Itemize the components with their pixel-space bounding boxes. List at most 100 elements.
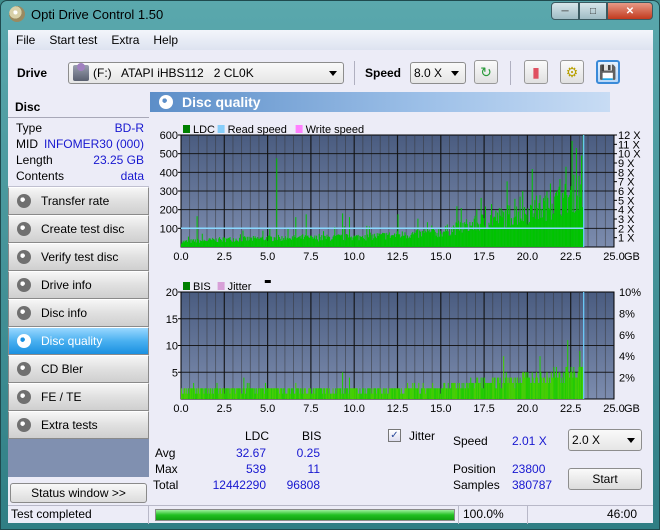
ldc-bar bbox=[331, 239, 333, 247]
ldc-bar bbox=[382, 232, 384, 247]
bis-bar bbox=[395, 388, 397, 399]
bis-bar bbox=[387, 393, 389, 399]
test-speed-select[interactable]: 2.0 X bbox=[568, 429, 642, 451]
legend-swatch bbox=[295, 125, 303, 133]
ldc-bar bbox=[306, 236, 308, 247]
bis-bar bbox=[463, 382, 465, 399]
minimize-button[interactable]: ─ bbox=[551, 2, 579, 20]
ldc-bar bbox=[400, 237, 402, 247]
ldc-bar bbox=[193, 239, 195, 247]
menu-file[interactable]: File bbox=[10, 33, 41, 47]
bis-bar bbox=[387, 393, 389, 399]
x-tick-label: 22.5 bbox=[560, 251, 581, 263]
save-button[interactable]: 💾 bbox=[596, 60, 620, 84]
bis-bar bbox=[338, 388, 340, 399]
legend-swatch bbox=[183, 282, 190, 290]
bis-bar bbox=[197, 388, 199, 399]
nav-verify-test-disc[interactable]: Verify test disc bbox=[8, 243, 149, 271]
ldc-bar bbox=[419, 230, 421, 247]
bis-bar bbox=[438, 388, 440, 399]
bis-bar bbox=[196, 393, 198, 399]
bis-bar bbox=[452, 382, 454, 399]
bis-bar bbox=[449, 388, 451, 399]
bis-bar bbox=[571, 372, 573, 399]
menu-start-test[interactable]: Start test bbox=[43, 33, 103, 47]
bis-bar bbox=[581, 366, 583, 399]
ldc-bar bbox=[318, 233, 320, 247]
chevron-down-icon bbox=[451, 71, 459, 76]
ldc-bar bbox=[211, 240, 213, 247]
ldc-bar bbox=[326, 234, 328, 247]
ldc-bar bbox=[316, 239, 318, 247]
bis-bar bbox=[446, 388, 448, 399]
ldc-bar bbox=[528, 223, 530, 247]
x-tick-label: 22.5 bbox=[560, 403, 581, 415]
ldc-bar bbox=[355, 235, 357, 247]
speed-select[interactable]: 8.0 X bbox=[410, 62, 466, 84]
bis-bar bbox=[382, 388, 384, 399]
bis-bar bbox=[562, 382, 564, 399]
maximize-button[interactable]: □ bbox=[579, 2, 607, 20]
menu-extra[interactable]: Extra bbox=[105, 33, 145, 47]
ldc-bar bbox=[384, 233, 386, 247]
menu-help[interactable]: Help bbox=[147, 33, 184, 47]
ldc-bar bbox=[352, 237, 354, 247]
settings-button[interactable]: ⚙ bbox=[560, 60, 584, 84]
bis-bar bbox=[254, 393, 256, 399]
bis-bar bbox=[342, 372, 344, 399]
bis-bar bbox=[193, 388, 195, 399]
bis-bar bbox=[540, 372, 542, 399]
drive-select[interactable]: (F:) ATAPI iHBS112 2 CL0K bbox=[68, 62, 344, 84]
bis-bar bbox=[427, 388, 429, 399]
nav-fe-te[interactable]: FE / TE bbox=[8, 383, 149, 411]
ldc-bar bbox=[492, 217, 494, 247]
bis-bar bbox=[277, 388, 279, 399]
close-button[interactable]: ✕ bbox=[607, 2, 653, 20]
ldc-bar bbox=[572, 211, 574, 247]
bis-bar bbox=[491, 382, 493, 399]
y-tick-label: 20 bbox=[166, 287, 178, 299]
ldc-bar bbox=[475, 230, 477, 247]
refresh-button[interactable]: ↻ bbox=[474, 60, 498, 84]
nav-create-test-disc[interactable]: Create test disc bbox=[8, 215, 149, 243]
bis-bar bbox=[529, 382, 531, 399]
ldc-bar bbox=[469, 222, 471, 247]
ldc-bar bbox=[548, 207, 550, 247]
bis-bar bbox=[303, 388, 305, 399]
bis-bar bbox=[558, 372, 560, 399]
start-button[interactable]: Start bbox=[568, 468, 642, 490]
bis-bar bbox=[515, 377, 517, 399]
bis-bar bbox=[189, 388, 191, 399]
ldc-bar bbox=[413, 232, 415, 247]
nav-disc-info[interactable]: Disc info bbox=[8, 299, 149, 327]
ldc-bar bbox=[375, 238, 377, 247]
ldc-bar bbox=[309, 237, 311, 247]
nav-cd-bler[interactable]: CD Bler bbox=[8, 355, 149, 383]
disc-quality-panel: Disc quality 100 200 300 400 500 600 1 X2 X3 X… bbox=[150, 92, 653, 496]
ldc-bar bbox=[241, 241, 243, 247]
y-tick-label: 100 bbox=[160, 223, 178, 235]
nav-transfer-rate[interactable]: Transfer rate bbox=[8, 187, 149, 215]
bis-bar bbox=[560, 382, 562, 399]
bis-bar bbox=[360, 393, 362, 399]
bis-bar bbox=[471, 382, 473, 399]
bis-bar bbox=[333, 393, 335, 399]
erase-button[interactable]: ▮ bbox=[524, 60, 548, 84]
y-tick-label: 5 bbox=[172, 367, 178, 379]
nav-disc-quality[interactable]: Disc quality bbox=[8, 327, 149, 355]
sidebar: Disc Type BD-R MID INFOMER30 (000) Length 2… bbox=[8, 96, 149, 523]
nav-drive-info[interactable]: Drive info bbox=[8, 271, 149, 299]
bis-bar bbox=[384, 393, 386, 399]
y2-tick-label: 6% bbox=[619, 330, 635, 342]
jitter-checkbox[interactable]: ✓ bbox=[388, 429, 401, 442]
bis-bar bbox=[281, 388, 283, 399]
bis-bar bbox=[388, 388, 390, 399]
bis-bar bbox=[302, 388, 304, 399]
bis-bar bbox=[503, 356, 505, 399]
nav-extra-tests[interactable]: Extra tests bbox=[8, 411, 149, 439]
ldc-bar bbox=[312, 238, 314, 247]
status-window-button[interactable]: Status window >> bbox=[10, 483, 147, 503]
bis-bar bbox=[573, 366, 575, 399]
ldc-bar bbox=[399, 234, 401, 247]
bis-bar bbox=[195, 388, 197, 399]
